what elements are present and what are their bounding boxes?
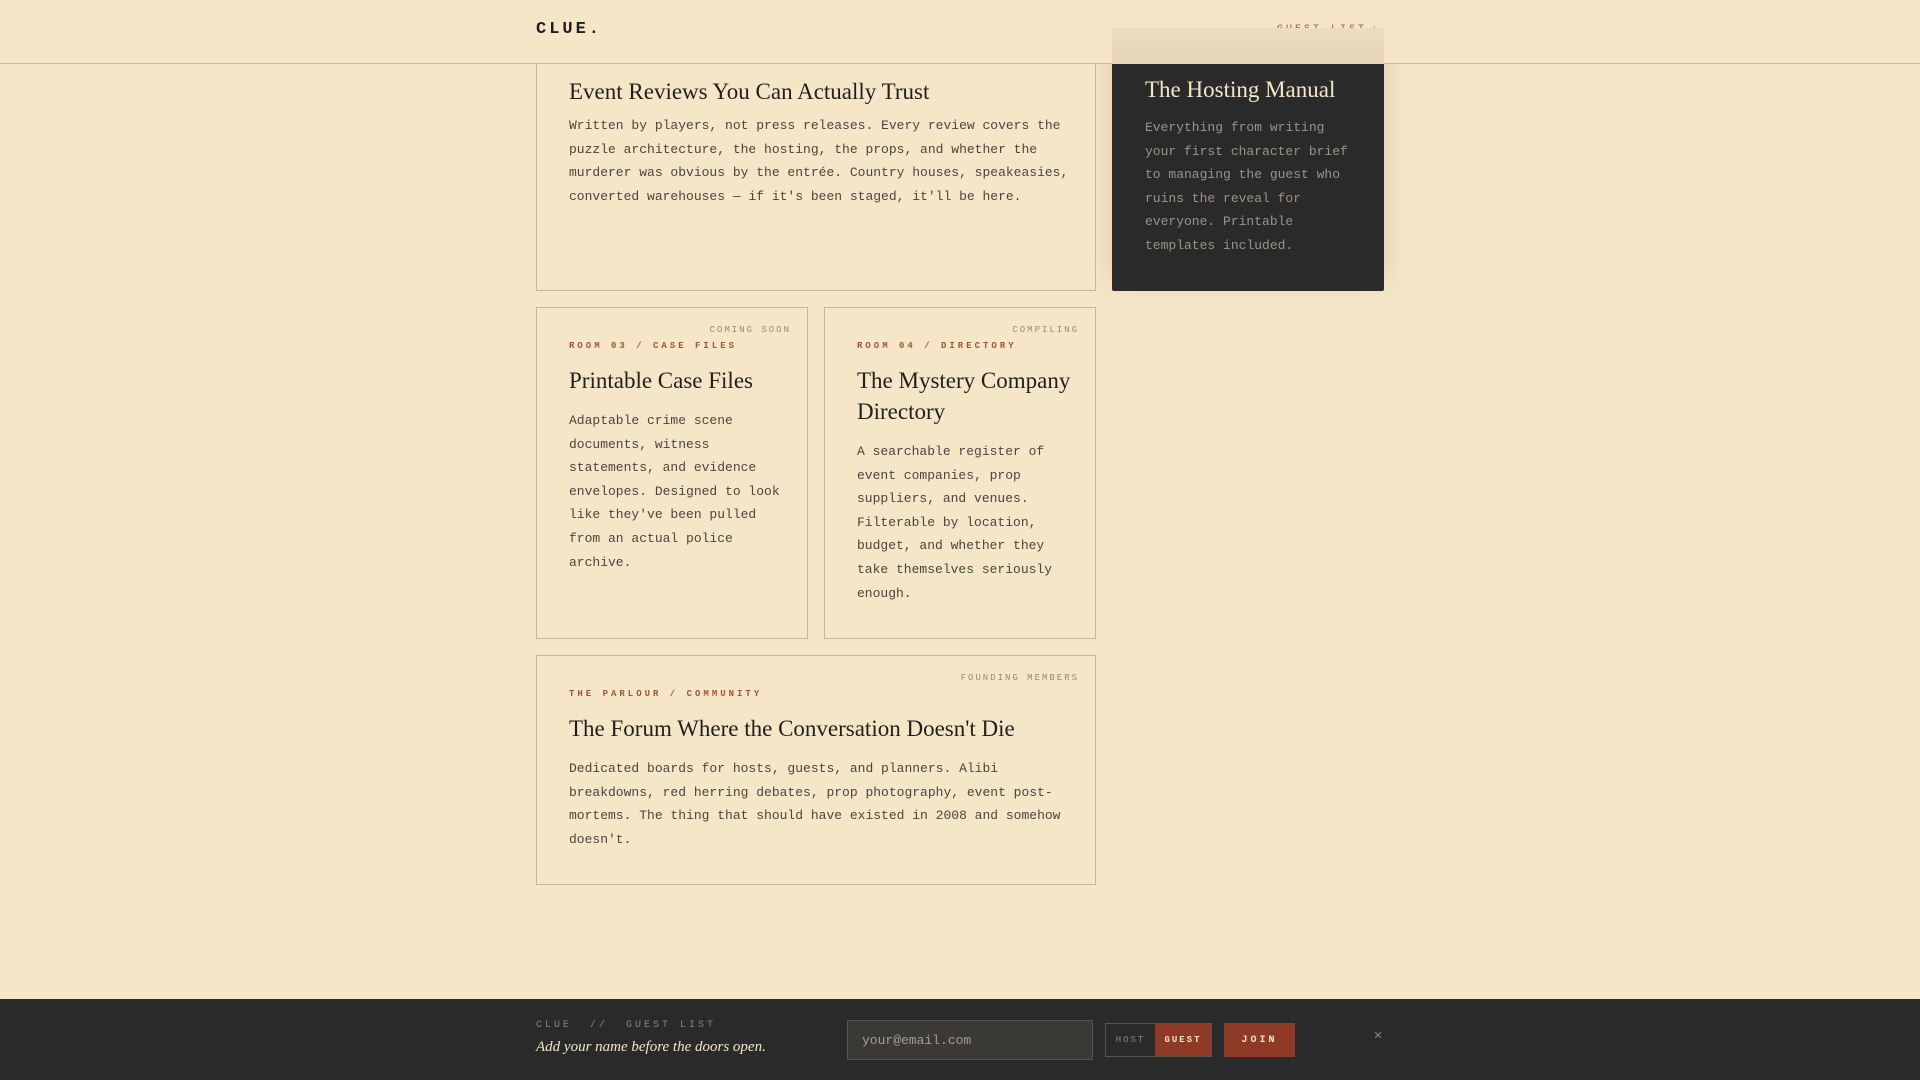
card-title: The Hosting Manual [1145, 77, 1336, 102]
card-label: ROOM 03 / CASE FILES [569, 341, 738, 351]
card-body: Dedicated boards for hosts, guests, and … [569, 761, 1061, 847]
card-title: The Forum Where the Conversation Doesn't… [569, 716, 1015, 741]
card-shadow-overlay [1112, 28, 1384, 64]
signup-kicker: CLUE // GUEST LIST [536, 1020, 717, 1031]
role-option-host[interactable]: HOST [1106, 1024, 1155, 1056]
status-badge: COMPILING [1012, 325, 1079, 335]
card-body: Written by players, not press releases. … [569, 118, 1069, 204]
site-header: CLUE. GUEST LIST↓ [0, 0, 1920, 64]
email-input[interactable] [847, 1020, 1093, 1060]
card-case-files: COMING SOON ROOM 03 / CASE FILES Printab… [536, 307, 808, 639]
role-option-guest[interactable]: GUEST [1155, 1024, 1211, 1056]
card-title: Event Reviews You Can Actually Trust [569, 79, 930, 104]
site-logo[interactable]: CLUE. [536, 20, 602, 39]
signup-tagline: Add your name before the doors open. [536, 1039, 766, 1055]
card-label: ROOM 04 / DIRECTORY [857, 341, 1017, 351]
card-hosting-manual: The Hosting Manual Everything from writi… [1112, 28, 1384, 291]
role-toggle: HOST GUEST [1105, 1023, 1212, 1057]
card-title: The Mystery Company Directory [857, 368, 1071, 424]
guest-list-signup-bar: CLUE // GUEST LIST Add your name before … [0, 999, 1920, 1080]
card-event-reviews: Event Reviews You Can Actually Trust Wri… [536, 52, 1096, 291]
status-badge: COMING SOON [709, 325, 791, 335]
status-badge: FOUNDING MEMBERS [960, 673, 1079, 683]
card-body: Everything from writing your first chara… [1145, 120, 1348, 253]
join-button[interactable]: JOIN [1224, 1023, 1295, 1057]
card-label: THE PARLOUR / COMMUNITY [569, 689, 763, 699]
card-body: A searchable register of event companies… [857, 444, 1053, 601]
card-title: Printable Case Files [569, 368, 753, 393]
card-forum: FOUNDING MEMBERS THE PARLOUR / COMMUNITY… [536, 655, 1096, 885]
close-icon[interactable]: × [1370, 1027, 1386, 1047]
card-body: Adaptable crime scene documents, witness… [569, 413, 780, 570]
card-mystery-directory: COMPILING ROOM 04 / DIRECTORY The Myster… [824, 307, 1096, 639]
